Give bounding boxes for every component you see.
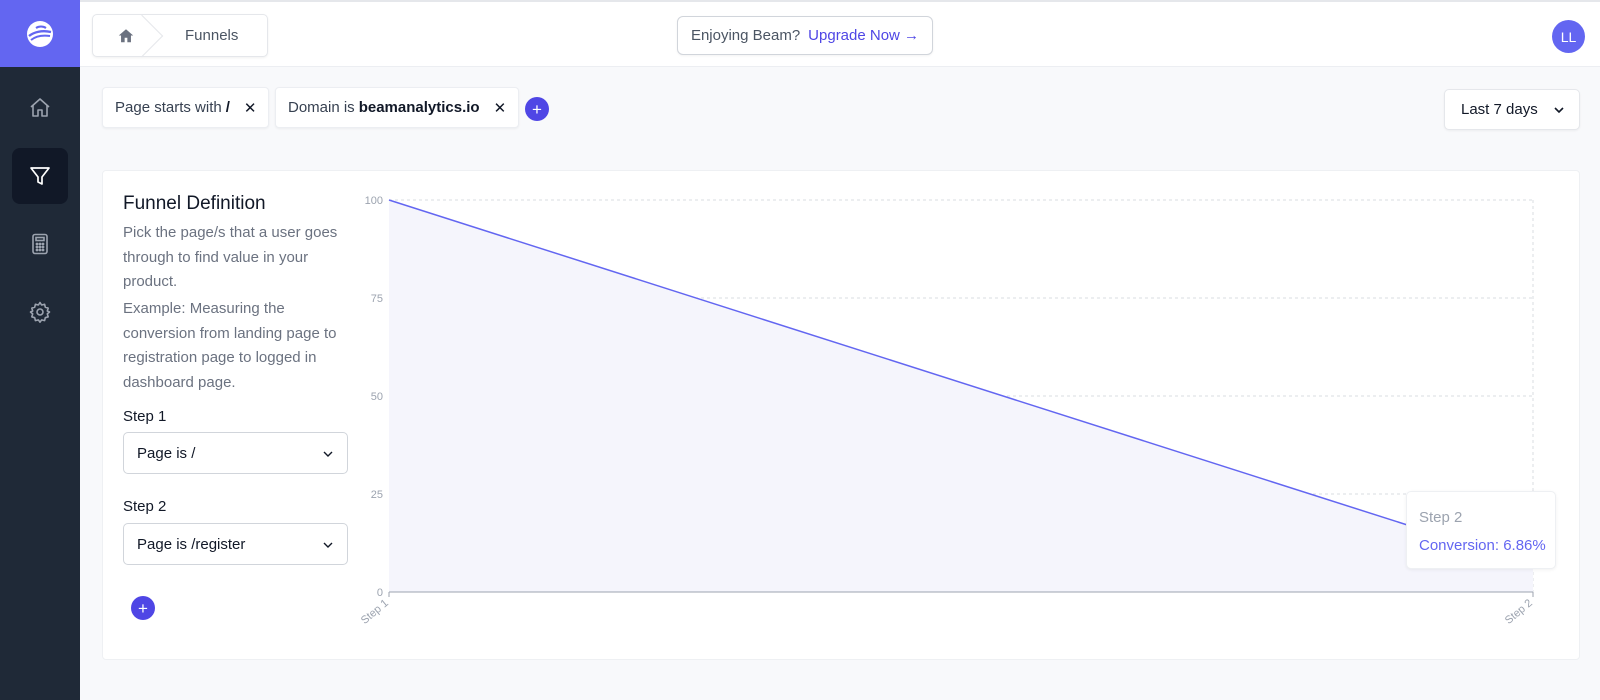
add-filter-button[interactable]: + bbox=[525, 97, 549, 121]
nav-calculator[interactable] bbox=[12, 216, 68, 272]
sidebar bbox=[0, 0, 80, 700]
filter-chip-domain: Domain is beamanalytics.io ✕ bbox=[275, 87, 520, 128]
date-range-select[interactable]: Last 7 days bbox=[1444, 89, 1580, 130]
upgrade-prompt: Enjoying Beam? bbox=[690, 27, 801, 44]
y-tick-label: 50 bbox=[371, 391, 383, 403]
nav-settings[interactable] bbox=[12, 284, 68, 340]
funnel-chart: 0255075100Step 1 Step 2 bbox=[359, 195, 1536, 627]
top-header: Funnels Enjoying Beam? Upgrade Now → LL bbox=[80, 0, 1600, 67]
chart-tooltip: Step 2 Conversion: 6.86% bbox=[1406, 491, 1556, 569]
nav-funnels[interactable] bbox=[12, 148, 68, 204]
nav-home[interactable] bbox=[12, 80, 68, 136]
upgrade-now-link[interactable]: Upgrade Now → bbox=[808, 27, 919, 44]
gear-icon bbox=[29, 301, 51, 323]
logo-icon bbox=[27, 20, 53, 47]
y-tick-label: 25 bbox=[371, 489, 383, 501]
funnel-card: Funnel Definition Pick the page/s that a… bbox=[102, 170, 1580, 660]
tooltip-title: Step 2 bbox=[1419, 509, 1463, 526]
filter-label: Page starts with bbox=[115, 99, 222, 116]
filter-label: Domain is bbox=[288, 99, 355, 116]
filter-value: beamanalytics.io bbox=[358, 99, 480, 116]
y-tick-label: 75 bbox=[371, 293, 383, 305]
home-icon bbox=[118, 28, 134, 42]
upgrade-banner: Enjoying Beam? Upgrade Now → bbox=[677, 16, 933, 55]
y-tick-label: 100 bbox=[365, 195, 383, 207]
home-icon bbox=[30, 98, 50, 117]
breadcrumb-current[interactable]: Funnels bbox=[185, 27, 238, 44]
remove-filter-icon[interactable]: ✕ bbox=[244, 99, 257, 117]
breadcrumb: Funnels bbox=[92, 14, 268, 57]
filter-value: / bbox=[225, 99, 230, 116]
filter-chip-page: Page starts with / ✕ bbox=[102, 87, 270, 128]
x-tick-label: Step 2 bbox=[1503, 597, 1535, 627]
remove-filter-icon[interactable]: ✕ bbox=[494, 99, 507, 117]
chevron-down-icon bbox=[1554, 107, 1564, 114]
date-range-value: Last 7 days bbox=[1461, 101, 1538, 118]
calculator-icon bbox=[32, 233, 48, 255]
x-tick-label: Step 1 bbox=[359, 597, 391, 627]
tooltip-text: Conversion: 6.86% bbox=[1419, 537, 1546, 554]
breadcrumb-home[interactable] bbox=[93, 15, 159, 56]
avatar[interactable]: LL bbox=[1552, 20, 1585, 53]
beam-logo[interactable] bbox=[0, 0, 80, 67]
funnel-icon bbox=[30, 167, 50, 185]
